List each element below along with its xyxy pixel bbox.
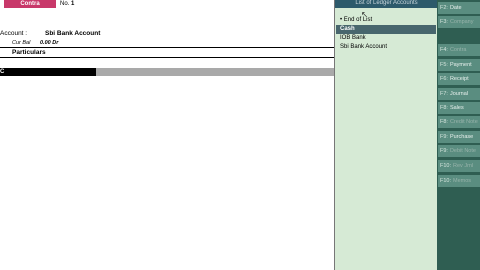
shortcut-key: F3: — [440, 19, 448, 25]
ledger-item-end-of-list[interactable]: • End of List — [338, 16, 435, 25]
button-label: Memos — [453, 178, 472, 184]
current-balance-label: Cur Bal — [12, 40, 31, 46]
button-label: Payment — [449, 62, 472, 68]
receipt-button[interactable]: F6: Receipt — [438, 73, 480, 85]
journal-button[interactable]: F7: Journal — [438, 88, 480, 100]
purchase-button[interactable]: F9: Purchase — [438, 131, 480, 143]
shortcut-key: F4: — [440, 47, 448, 53]
ledger-item-sbi-bank-account[interactable]: Sbi Bank Account — [338, 43, 435, 52]
button-label: Date — [449, 5, 462, 11]
voucher-number-value: 1 — [71, 1, 75, 7]
ledger-list-title: List of Ledger Accounts — [335, 0, 438, 8]
particulars-header: Particulars — [0, 47, 334, 58]
date-button[interactable]: F2: Date — [438, 2, 480, 14]
contra-button[interactable]: F4: Contra — [438, 44, 480, 56]
debit-note-button[interactable]: F9: Debit Note — [438, 145, 480, 157]
voucher-number-label: No. — [60, 1, 70, 7]
account-field[interactable]: Sbi Bank Account — [45, 30, 100, 38]
ledger-item-cash[interactable]: Cash — [336, 25, 436, 34]
ledger-list-panel: List of Ledger Accounts • End of List Ca… — [334, 0, 438, 270]
button-label: Company — [449, 19, 474, 25]
entry-row[interactable]: C — [0, 68, 334, 76]
button-label: Rev Jrnl — [453, 163, 474, 169]
button-label: Purchase — [449, 134, 474, 140]
button-bar: F2: Date F3: Company F4: Contra F5: Payment … — [437, 0, 480, 270]
shortcut-key: F10: — [440, 163, 452, 169]
button-label: Receipt — [449, 76, 469, 82]
mouse-cursor-icon: ↖ — [361, 10, 368, 19]
sales-button[interactable]: F8: Sales — [438, 102, 480, 114]
button-label: Credit Note — [449, 119, 478, 125]
particulars-label: Particulars — [12, 49, 46, 56]
memos-button[interactable]: F10: Memos — [438, 175, 480, 187]
button-label: Journal — [449, 91, 468, 97]
payment-button[interactable]: F5: Payment — [438, 59, 480, 71]
voucher-entry-area: Contra No. 1 Account : Sbi Bank Account … — [0, 0, 334, 270]
button-label: Debit Note — [449, 148, 476, 154]
current-balance-value: 0.00 Dr — [40, 40, 59, 46]
button-label: Sales — [449, 105, 464, 111]
shortcut-key: F5: — [440, 62, 448, 68]
company-button[interactable]: F3: Company — [438, 16, 480, 28]
shortcut-key: F2: — [440, 5, 448, 11]
voucher-type-badge[interactable]: Contra — [4, 0, 56, 8]
account-label: Account : — [0, 30, 28, 37]
shortcut-key: F6: — [440, 76, 448, 82]
ledger-item-label: End of List — [343, 17, 373, 23]
entry-type-value: C — [0, 69, 5, 75]
entry-type-field[interactable]: C — [0, 68, 96, 76]
shortcut-key: F8: — [440, 119, 448, 125]
credit-note-button[interactable]: F8: Credit Note — [438, 116, 480, 128]
button-label: Contra — [449, 47, 467, 53]
shortcut-key: F9: — [440, 134, 448, 140]
shortcut-key: F9: — [440, 148, 448, 154]
particulars-input[interactable] — [96, 68, 334, 76]
shortcut-key: F10: — [440, 178, 452, 184]
shortcut-key: F7: — [440, 91, 448, 97]
shortcut-key: F8: — [440, 105, 448, 111]
ledger-item-iob-bank[interactable]: IOB Bank — [338, 34, 435, 43]
reversing-journal-button[interactable]: F10: Rev Jrnl — [438, 160, 480, 172]
